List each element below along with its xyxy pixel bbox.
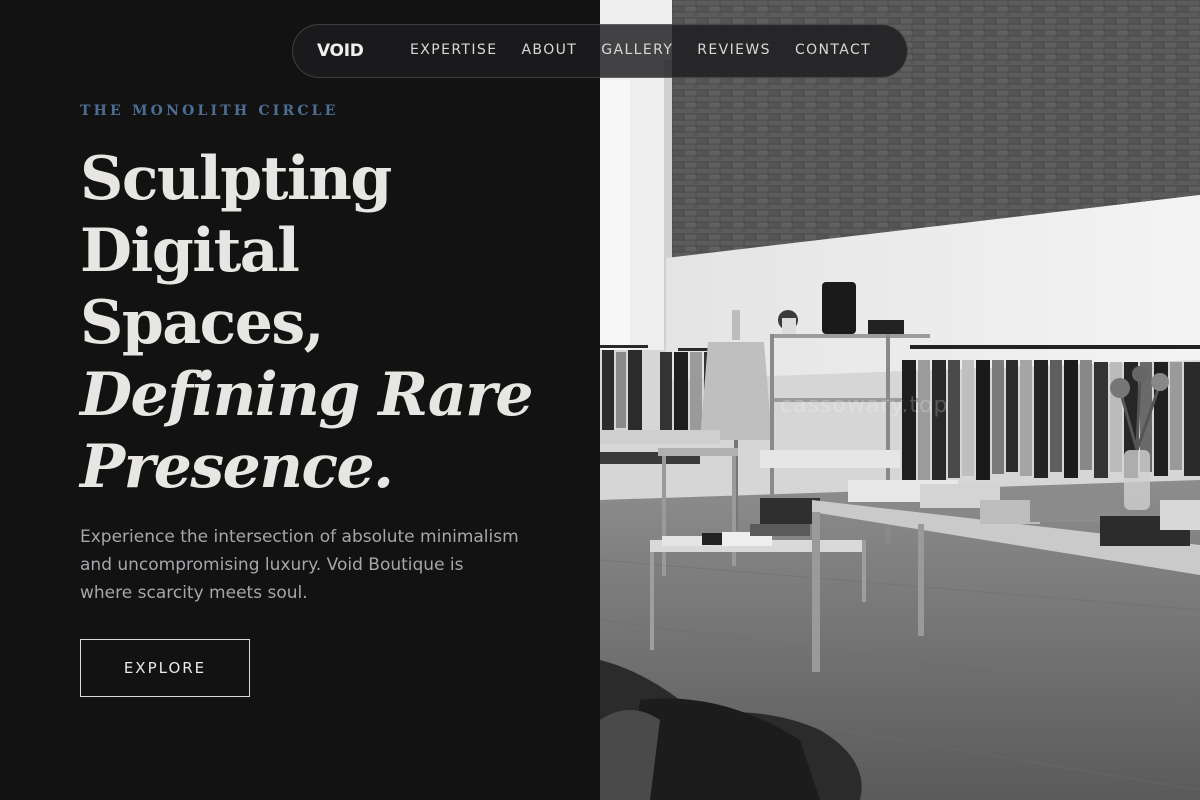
hero-panel: THE MONOLITH CIRCLE Sculpting Digital Sp… bbox=[0, 0, 600, 800]
nav-links: EXPERTISE ABOUT GALLERY REVIEWS CONTACT bbox=[410, 42, 895, 58]
headline-line: Digital bbox=[80, 216, 300, 286]
brand-logo[interactable]: VOID bbox=[317, 41, 364, 61]
explore-button[interactable]: EXPLORE bbox=[80, 639, 250, 697]
nav-link-expertise[interactable]: EXPERTISE bbox=[410, 42, 497, 58]
headline-line: Sculpting bbox=[80, 144, 392, 214]
nav-link-about[interactable]: ABOUT bbox=[521, 42, 577, 58]
photo-watermark: cassowary.top bbox=[780, 393, 949, 418]
hero-description: Experience the intersection of absolute … bbox=[80, 527, 519, 603]
nav-link-reviews[interactable]: REVIEWS bbox=[697, 42, 771, 58]
nav-link-contact[interactable]: CONTACT bbox=[795, 42, 871, 58]
headline-italic-line: Presence. bbox=[80, 432, 394, 502]
headline-line: Spaces, bbox=[80, 288, 325, 358]
nav-link-gallery[interactable]: GALLERY bbox=[601, 42, 673, 58]
headline-italic-line: Defining Rare bbox=[80, 360, 534, 430]
top-navigation: VOID EXPERTISE ABOUT GALLERY REVIEWS CON… bbox=[292, 24, 908, 78]
hero-headline: Sculpting Digital Spaces, Defining Rare … bbox=[80, 143, 600, 503]
hero-eyebrow: THE MONOLITH CIRCLE bbox=[80, 103, 339, 119]
